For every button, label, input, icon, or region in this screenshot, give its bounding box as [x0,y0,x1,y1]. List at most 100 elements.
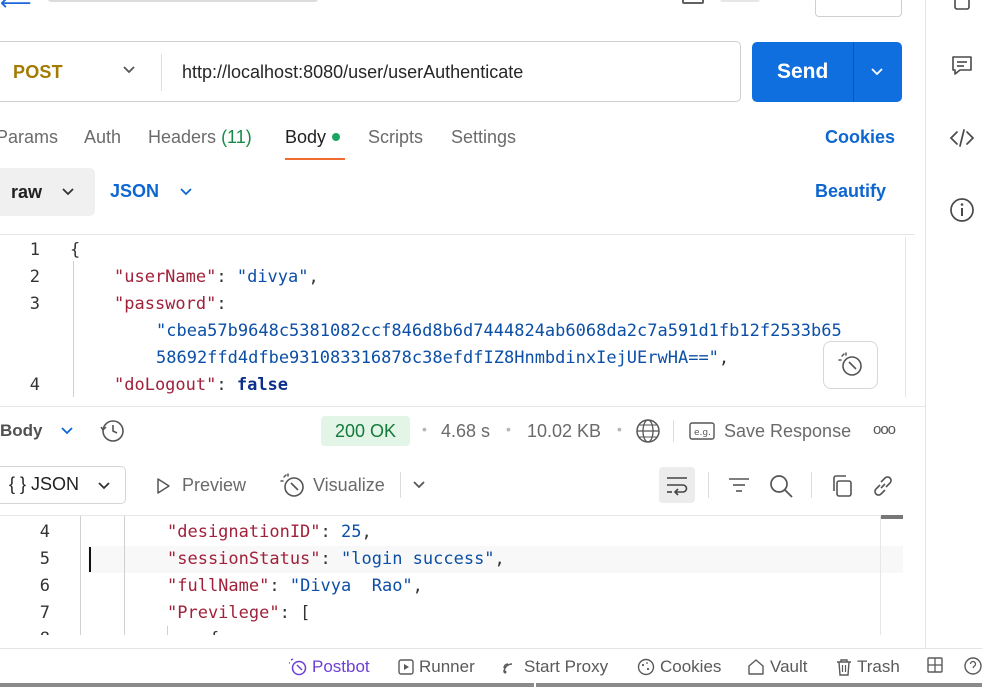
chevron-down-icon[interactable] [178,184,194,205]
comments-icon[interactable] [949,53,975,79]
response-scrollbar[interactable] [880,515,903,635]
tab-scripts[interactable]: Scripts [368,127,423,148]
indent-guide [80,516,81,635]
save-response-icon[interactable]: e.g. [689,421,715,446]
chevron-down-icon[interactable] [411,477,427,498]
url-input[interactable]: http://localhost:8080/user/userAuthentic… [182,62,523,83]
beautify-button[interactable]: Beautify [815,181,886,202]
method-select[interactable]: POST [13,62,63,83]
status-bar: Postbot Runner Start Proxy Cookies Vault… [0,648,982,687]
body-mode-label: raw [11,182,43,202]
status-badge[interactable]: 200 OK [321,416,410,446]
response-format-label: { } JSON [9,474,80,494]
magic-icon [837,352,862,376]
code-line: 58692ffd4dfbe931083316878c38efdfIZ8Hnmbd… [156,348,730,368]
trash-icon [837,659,851,676]
preview-tab[interactable]: Preview [182,475,246,496]
share-button[interactable] [815,0,902,17]
postbot-icon [289,658,307,676]
runner-button[interactable]: Runner [398,657,475,677]
editor-scrollbar[interactable] [905,237,915,397]
tab-body[interactable]: Body [285,127,341,148]
info-icon[interactable] [949,197,975,223]
code-line: "sessionStatus": "login success", [167,549,505,569]
back-arrow-icon[interactable]: ⟵ [0,0,32,16]
tab-headers-label: Headers [148,127,217,147]
code-line: "doLogout": false [114,375,289,395]
divider [708,472,709,498]
indent-guide [167,626,168,635]
save-label-clipped [720,0,760,2]
headers-count: (11) [221,127,252,147]
globe-icon[interactable] [635,418,661,449]
line-number: 4 [39,522,50,542]
scrollbar-thumb[interactable] [881,515,903,519]
line-number: 1 [29,240,40,260]
response-format-select[interactable]: { } JSON [0,466,126,504]
start-proxy-button[interactable]: Start Proxy [501,657,608,677]
response-size[interactable]: 10.02 KB [527,421,601,442]
chevron-down-icon[interactable] [59,423,75,444]
search-icon[interactable] [768,473,794,504]
trash-button[interactable]: Trash [836,657,900,677]
wrap-lines-button[interactable] [659,467,695,503]
send-label: Send [777,60,829,83]
code-snippet-icon[interactable] [949,125,975,151]
more-options-icon[interactable]: ooo [873,421,896,438]
body-indicator-dot [332,133,341,141]
tab-headers[interactable]: Headers (11) [148,127,252,148]
save-response-button[interactable]: Save Response [724,421,851,442]
wrap-icon [667,477,688,496]
cookie-icon [637,658,655,676]
active-tab-underline [285,158,345,160]
chevron-down-icon[interactable] [121,62,137,83]
send-button[interactable]: Send [752,42,902,102]
response-time[interactable]: 4.68 s [441,421,490,442]
indent-guide [73,261,74,397]
send-options-chevron-icon[interactable] [869,64,885,85]
tab-settings[interactable]: Settings [451,127,516,148]
body-format-select[interactable]: JSON [110,181,159,202]
request-url-bar: POST http://localhost:8080/user/userAuth… [0,41,741,102]
help-icon[interactable] [964,657,982,675]
response-body-tab[interactable]: Body [0,421,43,441]
cookies-button[interactable]: Cookies [637,657,721,677]
line-number: 3 [29,294,40,314]
right-sidebar [925,0,982,648]
body-mode-select[interactable]: raw [0,168,95,216]
link-icon[interactable] [871,474,895,503]
divider [161,54,162,91]
request-body-editor[interactable]: 1 2 3 4 { "userName": "divya", "password… [0,234,915,397]
tab-auth[interactable]: Auth [84,127,121,148]
line-number: 2 [29,267,40,287]
line-number: 8 [10,629,50,635]
documentation-icon[interactable] [949,0,975,16]
proxy-icon [503,663,513,674]
vault-button[interactable]: Vault [747,657,808,677]
filter-icon[interactable] [727,474,751,501]
response-body-viewer[interactable]: 4 5 6 7 8 "designationID": 25, "sessionS… [0,515,903,635]
divider [0,406,925,407]
tab-body-label: Body [285,127,327,147]
tab-params[interactable]: Params [0,127,58,148]
divider [811,472,812,498]
svg-text:e.g.: e.g. [694,428,711,438]
code-line: "Previlege": [ [167,603,311,623]
code-line: { [209,629,219,635]
layout-toggle-icon[interactable] [927,657,943,673]
code-line: "password": [114,294,227,314]
chevron-down-icon [96,478,112,499]
vault-icon [748,659,764,675]
visualize-tab[interactable]: Visualize [313,475,385,496]
copy-icon[interactable] [830,474,854,503]
postbot-button[interactable]: Postbot [289,657,370,677]
window-bottom-edge [0,683,982,687]
ai-assist-button[interactable] [823,341,878,389]
history-icon[interactable] [100,418,126,449]
code-line: "fullName": "Divya Rao", [167,576,423,596]
line-number: 4 [29,375,40,395]
code-line: "designationID": 25, [167,522,372,542]
cookies-link[interactable]: Cookies [825,127,895,148]
separator-dot: • [506,421,511,437]
save-icon[interactable] [682,0,704,4]
